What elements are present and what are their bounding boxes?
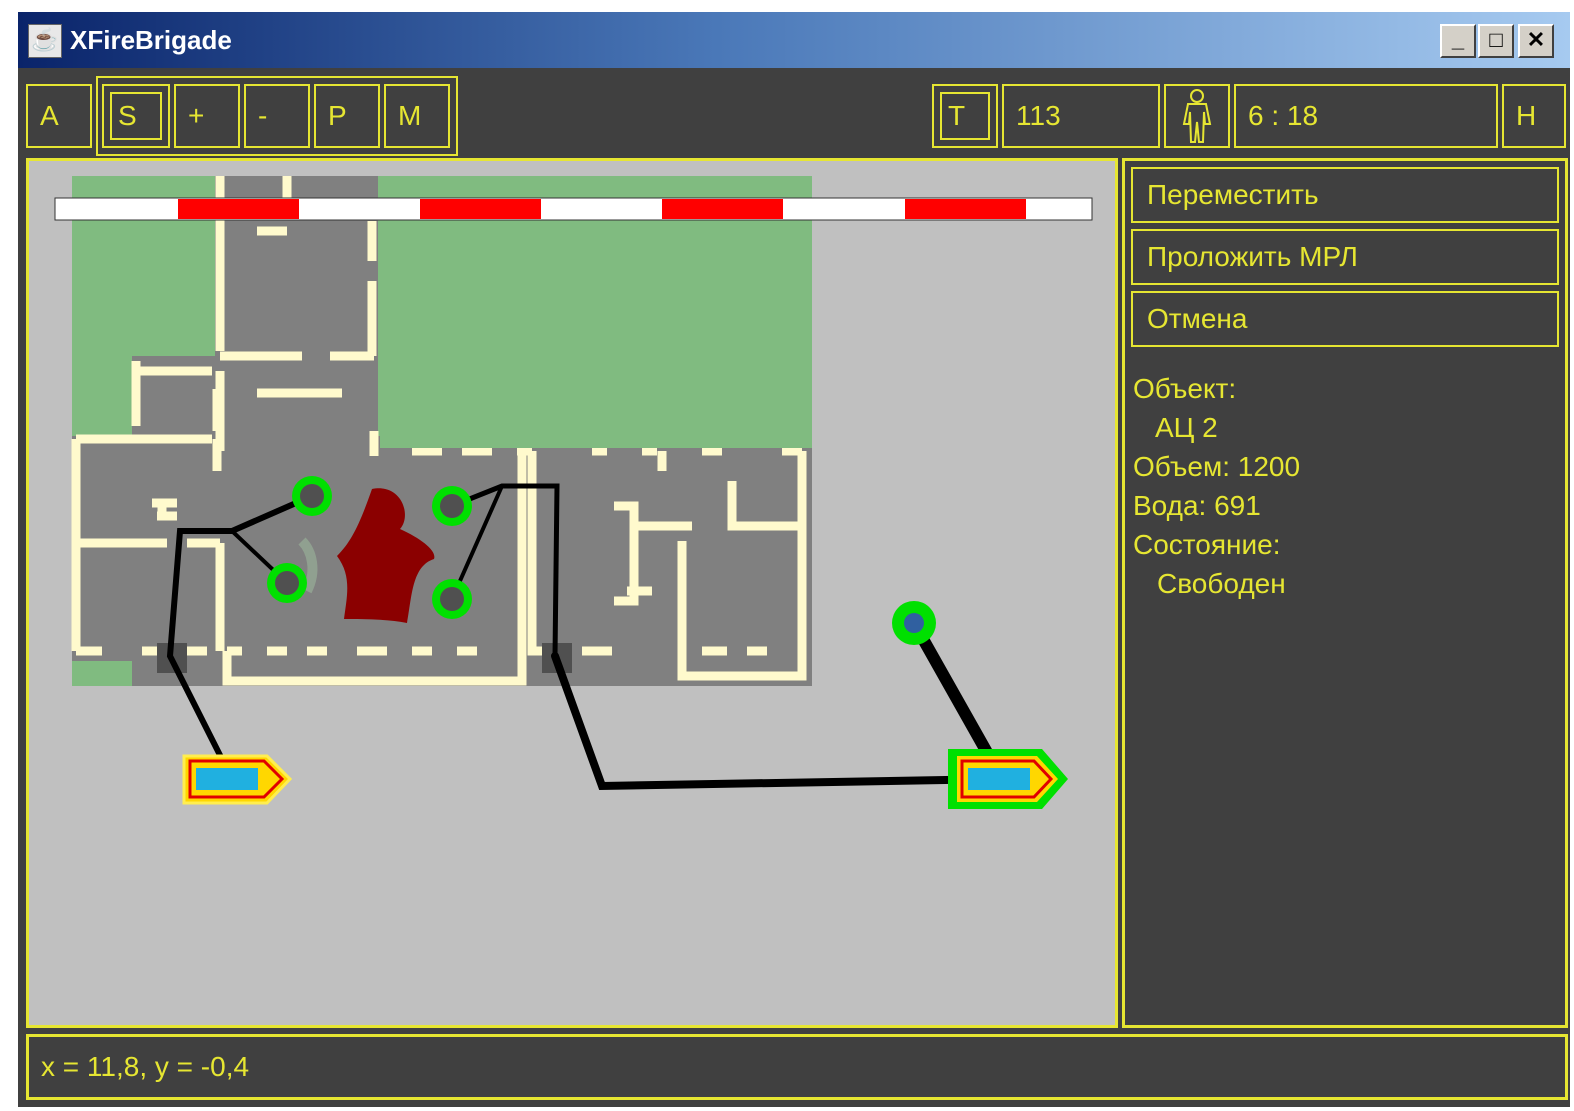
m-button-label: M (398, 100, 422, 131)
status-bar: x = 11,8, y = -0,4 (26, 1034, 1568, 1100)
t-button[interactable]: T (932, 84, 998, 148)
volume-text: Объем: 1200 (1133, 451, 1301, 482)
minimize-button[interactable]: _ (1440, 24, 1476, 58)
scale-bar (54, 197, 1093, 221)
java-cup-icon: ☕ (28, 24, 62, 58)
firefighter-unit[interactable] (432, 486, 472, 526)
firefighter-unit[interactable] (267, 563, 307, 603)
coords-readout: x = 11,8, y = -0,4 (41, 1051, 250, 1082)
zoom-out-label: - (258, 100, 268, 131)
app-window: ☕ XFireBrigade _ □ ✕ A S + - P M T 113 6… (18, 12, 1570, 1107)
water-text: Вода: 691 (1133, 490, 1261, 521)
fire-truck-icon[interactable] (948, 749, 1068, 809)
object-label: Объект: (1133, 373, 1237, 404)
fire-truck-icon[interactable] (182, 754, 293, 805)
p-button-label: P (328, 100, 347, 131)
s-button[interactable]: S (102, 84, 170, 148)
zoom-in-label: + (188, 100, 205, 131)
title-bar[interactable]: ☕ XFireBrigade _ □ ✕ (18, 12, 1570, 68)
lay-line-button[interactable]: Проложить МРЛ (1131, 229, 1559, 285)
t-value-display: 113 (1002, 84, 1160, 148)
time-display: 6 : 18 (1234, 84, 1498, 148)
m-button[interactable]: M (384, 84, 450, 148)
a-button[interactable]: A (26, 84, 92, 148)
h-button[interactable]: H (1502, 84, 1566, 148)
maximize-button[interactable]: □ (1478, 24, 1514, 58)
window-title: XFireBrigade (70, 25, 232, 55)
p-button[interactable]: P (314, 84, 380, 148)
state-value: Свободен (1157, 568, 1286, 599)
t-button-label: T (948, 100, 966, 131)
object-value: АЦ 2 (1155, 412, 1218, 443)
t-value: 113 (1016, 100, 1061, 131)
map-drawing[interactable] (29, 161, 1115, 1025)
zoom-out-button[interactable]: - (244, 84, 310, 148)
move-button[interactable]: Переместить (1131, 167, 1559, 223)
cancel-button[interactable]: Отмена (1131, 291, 1559, 347)
a-button-label: A (40, 100, 59, 131)
time-value: 6 : 18 (1248, 100, 1319, 131)
firefighter-unit[interactable] (892, 601, 936, 645)
h-button-label: H (1516, 100, 1537, 131)
map-canvas[interactable] (26, 158, 1118, 1028)
t-button-frame: T (940, 92, 990, 140)
close-button[interactable]: ✕ (1518, 24, 1554, 58)
side-panel: Переместить Проложить МРЛ Отмена Объект:… (1122, 158, 1568, 1028)
s-button-label: S (118, 100, 137, 131)
s-button-frame: S (110, 92, 162, 140)
firefighter-unit[interactable] (292, 476, 332, 516)
state-label: Состояние: (1133, 529, 1281, 560)
person-icon (1182, 89, 1212, 143)
zoom-in-button[interactable]: + (174, 84, 240, 148)
firefighter-unit[interactable] (432, 579, 472, 619)
person-button[interactable] (1164, 84, 1230, 148)
